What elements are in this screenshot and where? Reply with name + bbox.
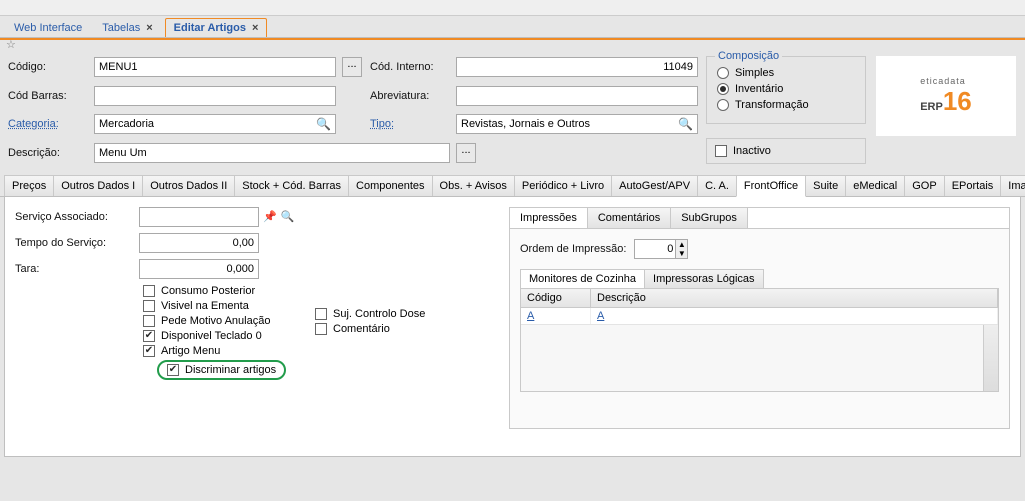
- codigo-input[interactable]: [94, 57, 336, 77]
- document-tabs: Web Interface Tabelas× Editar Artigos×: [0, 16, 1025, 38]
- maintab-autogest-apv[interactable]: AutoGest/APV: [611, 175, 698, 196]
- abrev-input[interactable]: [456, 86, 698, 106]
- maintab-stock-c-d-barras[interactable]: Stock + Cód. Barras: [234, 175, 349, 196]
- maintab-imagens[interactable]: Imagens: [1000, 175, 1025, 196]
- maintab-gop[interactable]: GOP: [904, 175, 944, 196]
- codigo-browse-button[interactable]: ...: [342, 57, 362, 77]
- descricao-label: Descrição:: [8, 147, 88, 159]
- grid-monitores: Código Descrição A A: [520, 288, 999, 392]
- search-icon[interactable]: 🔍: [281, 210, 295, 224]
- servico-label: Serviço Associado:: [15, 211, 135, 223]
- codbarras-input[interactable]: [94, 86, 336, 106]
- composicao-legend: Composição: [715, 50, 782, 62]
- tara-input[interactable]: [139, 259, 259, 279]
- codigo-label: Código:: [8, 61, 88, 73]
- maintab-eportais[interactable]: EPortais: [944, 175, 1002, 196]
- pin-icon[interactable]: ☆: [6, 39, 16, 51]
- descricao-input[interactable]: [94, 143, 450, 163]
- maintab-c-a-[interactable]: C. A.: [697, 175, 737, 196]
- search-icon[interactable]: 🔍: [678, 117, 693, 131]
- grid-header-descricao[interactable]: Descrição: [591, 289, 998, 307]
- maintab-frontoffice[interactable]: FrontOffice: [736, 175, 806, 197]
- descricao-browse-button[interactable]: ...: [456, 143, 476, 163]
- categoria-link[interactable]: Categoria:: [8, 118, 88, 130]
- maintab-peri-dico-livro[interactable]: Periódico + Livro: [514, 175, 612, 196]
- subtab-impressoes[interactable]: Impressões: [510, 208, 588, 228]
- grid-header-codigo[interactable]: Código: [521, 289, 591, 307]
- innertab-monitores[interactable]: Monitores de Cozinha: [520, 269, 645, 288]
- codinterno-label: Cód. Interno:: [370, 61, 450, 73]
- composicao-group: Composição Simples Inventário Transforma…: [706, 56, 866, 124]
- spin-up-icon[interactable]: ▲: [675, 240, 687, 249]
- abrev-label: Abreviatura:: [370, 90, 450, 102]
- tab-web-interface[interactable]: Web Interface: [6, 19, 90, 37]
- maintab-outros-dados-i[interactable]: Outros Dados I: [53, 175, 143, 196]
- maintab-suite[interactable]: Suite: [805, 175, 846, 196]
- maintab-outros-dados-ii[interactable]: Outros Dados II: [142, 175, 235, 196]
- spin-down-icon[interactable]: ▼: [675, 249, 687, 258]
- chk-suj-controlo-dose[interactable]: Suj. Controlo Dose: [315, 308, 425, 320]
- close-icon[interactable]: ×: [146, 22, 152, 34]
- maintab-pre-os[interactable]: Preços: [4, 175, 54, 196]
- maintab-obs-avisos[interactable]: Obs. + Avisos: [432, 175, 515, 196]
- sub-tabs: Impressões Comentários SubGrupos: [509, 207, 1010, 229]
- chk-discriminar-artigos[interactable]: ✔Discriminar artigos: [157, 360, 286, 380]
- tara-label: Tara:: [15, 263, 135, 275]
- innertab-impressoras[interactable]: Impressoras Lógicas: [644, 269, 764, 288]
- brand-logo: eticadata ERP16: [876, 56, 1016, 136]
- maintab-emedical[interactable]: eMedical: [845, 175, 905, 196]
- ordem-label: Ordem de Impressão:: [520, 243, 626, 255]
- close-icon[interactable]: ×: [252, 22, 258, 34]
- subtab-comentarios[interactable]: Comentários: [588, 208, 671, 228]
- main-tabs: PreçosOutros Dados IOutros Dados IIStock…: [0, 174, 1025, 197]
- tab-tabelas[interactable]: Tabelas×: [94, 19, 160, 37]
- pin-icon[interactable]: 📌: [263, 210, 277, 224]
- grid-filter-row[interactable]: A A: [521, 308, 998, 325]
- categoria-lookup[interactable]: Mercadoria🔍: [94, 114, 336, 134]
- radio-simples[interactable]: Simples: [717, 67, 855, 79]
- subtab-subgrupos[interactable]: SubGrupos: [671, 208, 748, 228]
- tempo-label: Tempo do Serviço:: [15, 237, 135, 249]
- tab-editar-artigos[interactable]: Editar Artigos×: [165, 18, 268, 37]
- chk-consumo-posterior[interactable]: Consumo Posterior: [143, 285, 495, 297]
- tipo-link[interactable]: Tipo:: [370, 118, 450, 130]
- chk-comentario[interactable]: Comentário: [315, 323, 425, 335]
- codinterno-input[interactable]: [456, 57, 698, 77]
- chk-artigo-menu[interactable]: ✔Artigo Menu: [143, 345, 495, 357]
- inactivo-checkbox[interactable]: Inactivo: [706, 138, 866, 164]
- servico-input[interactable]: [139, 207, 259, 227]
- maintab-componentes[interactable]: Componentes: [348, 175, 433, 196]
- tempo-input[interactable]: [139, 233, 259, 253]
- ordem-input[interactable]: [635, 240, 675, 258]
- ordem-spinner[interactable]: ▲▼: [634, 239, 688, 259]
- tipo-lookup[interactable]: Revistas, Jornais e Outros🔍: [456, 114, 698, 134]
- codbarras-label: Cód Barras:: [8, 90, 88, 102]
- search-icon[interactable]: 🔍: [316, 117, 331, 131]
- radio-inventario[interactable]: Inventário: [717, 83, 855, 95]
- radio-transformacao[interactable]: Transformação: [717, 99, 855, 111]
